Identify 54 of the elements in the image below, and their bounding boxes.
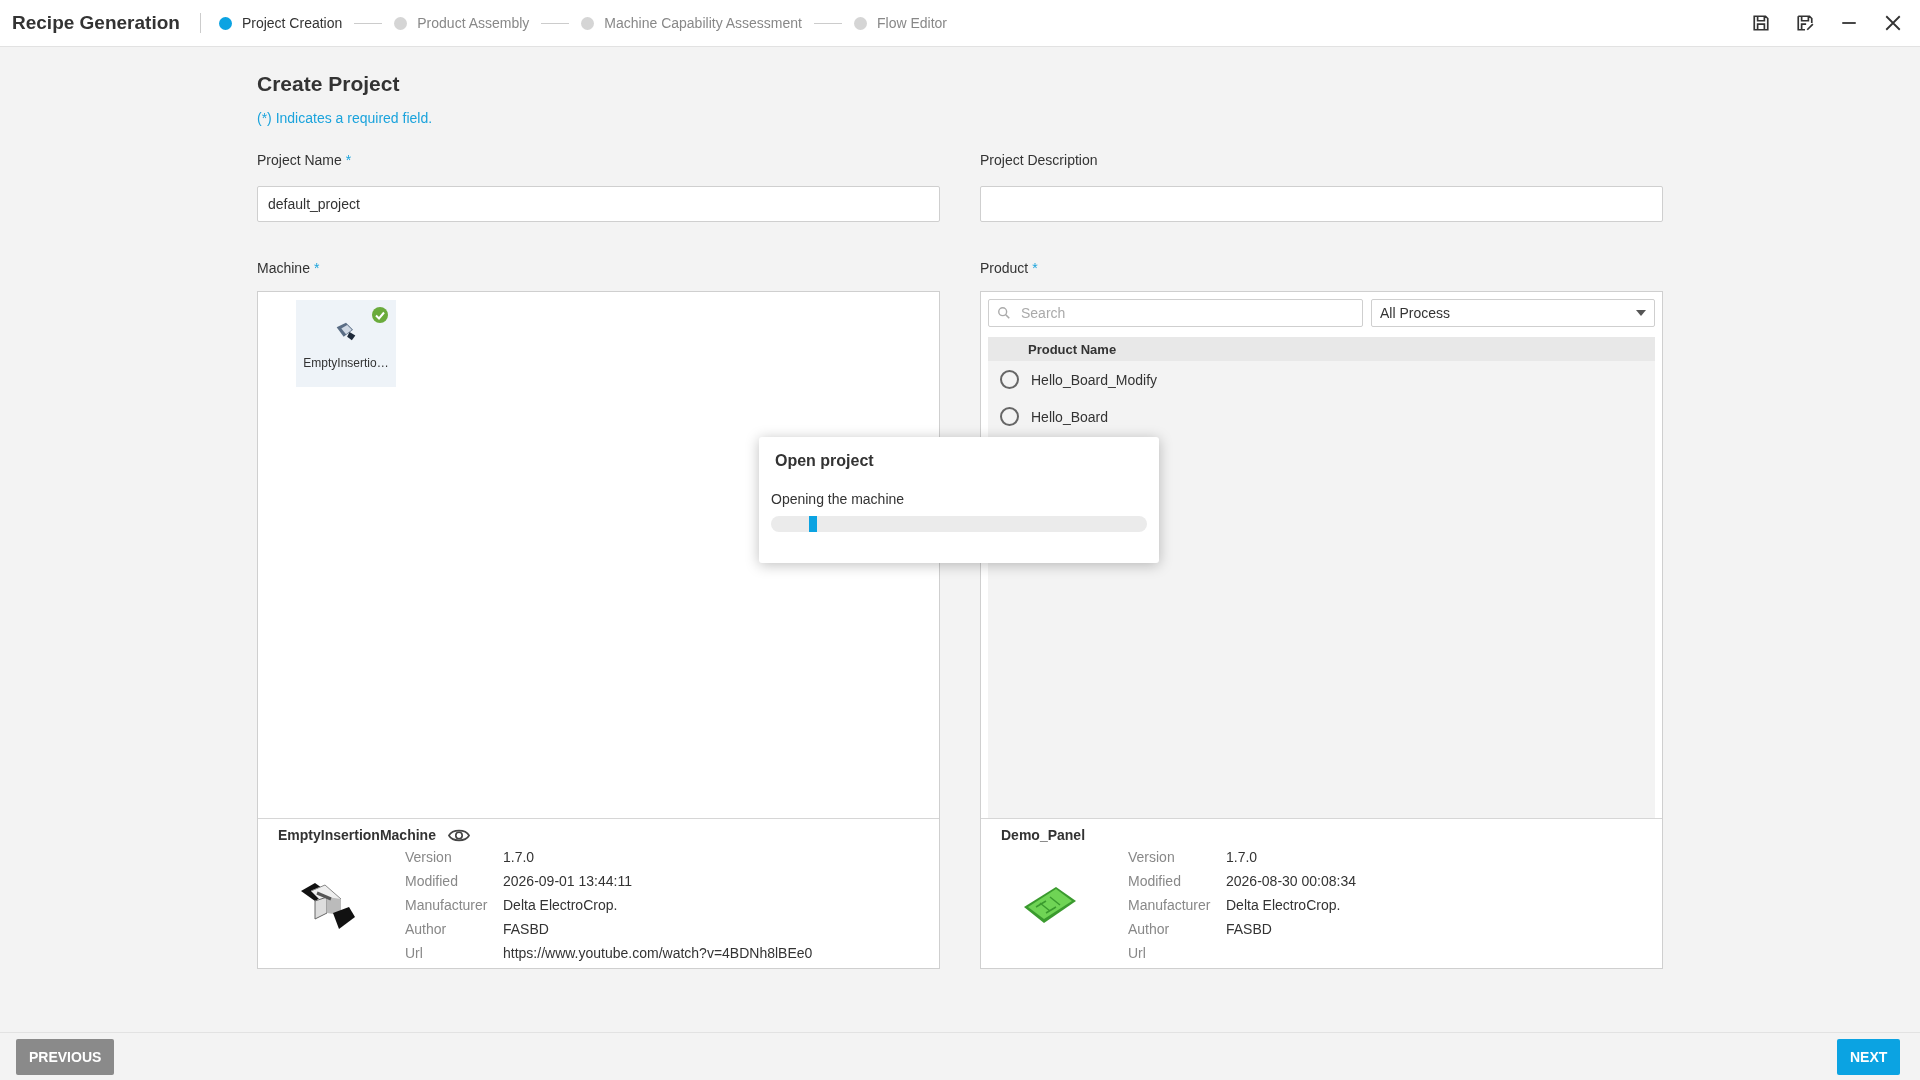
required-mark: *: [345, 152, 352, 168]
process-dropdown[interactable]: All Process: [1371, 299, 1655, 327]
column-header: Product Name: [1028, 341, 1117, 357]
detail-label: Version: [1128, 849, 1176, 865]
field-label: Product: [980, 260, 1029, 276]
step-tab[interactable]: Flow Editor: [854, 15, 948, 31]
detail-label: Modified: [405, 873, 459, 889]
detail-label: Version: [405, 849, 453, 865]
step-tab[interactable]: Machine Capability Assessment: [581, 15, 802, 31]
search-icon: [997, 306, 1011, 320]
dialog-message: Opening the machine: [771, 491, 906, 507]
close-icon[interactable]: [1884, 14, 1902, 32]
required-mark: *: [313, 260, 320, 276]
detail-value: 2026-08-30 00:08:34: [1226, 873, 1356, 889]
detail-value: FASBD: [1226, 921, 1273, 937]
step-tab[interactable]: Project Creation: [218, 15, 343, 31]
tile-label: EmptyInsertio…: [303, 356, 389, 370]
page-title: Create Project: [257, 72, 401, 96]
required-note: (*) Indicates a required field.: [257, 110, 434, 126]
detail-label: Manufacturer: [1128, 897, 1212, 913]
field-label: Project Description: [980, 152, 1098, 168]
detail-value: Delta ElectroCrop.: [503, 897, 619, 913]
item-name: EmptyInsertionMachine: [278, 827, 436, 843]
detail-value: 2026-09-01 13:44:11: [503, 873, 633, 889]
radio-button[interactable]: [1000, 407, 1019, 426]
save-as-icon[interactable]: [1796, 14, 1814, 32]
item-name: Demo_Panel: [1001, 827, 1086, 843]
detail-label: Manufacturer: [405, 897, 489, 913]
detail-value: 1.7.0: [1226, 849, 1259, 865]
detail-value: https://www.youtube.com/watch?v=4BDNh8lBEe0: [503, 945, 813, 961]
detail-value: FASBD: [503, 921, 550, 937]
dialog-title: Open project: [774, 451, 875, 471]
search-field[interactable]: Search: [988, 299, 1363, 327]
save-icon[interactable]: [1752, 14, 1770, 32]
step-tab[interactable]: Product Assembly: [394, 15, 530, 31]
machine-tile[interactable]: EmptyInsertio…: [296, 300, 396, 387]
text-field[interactable]: default_project: [257, 186, 940, 222]
field-label: Project Name: [257, 152, 342, 168]
product-row[interactable]: Hello_Board: [988, 398, 1655, 435]
text-field[interactable]: [980, 186, 1663, 222]
eye-icon[interactable]: [447, 827, 470, 843]
detail-value: Delta ElectroCrop.: [1226, 897, 1342, 913]
detail-value: 1.7.0: [503, 849, 536, 865]
required-mark: *: [1032, 260, 1038, 276]
product-row[interactable]: Hello_Board_Modify: [988, 361, 1655, 398]
detail-label: Author: [405, 921, 448, 937]
detail-label: Modified: [1128, 873, 1182, 889]
detail-label: Url: [1128, 945, 1147, 961]
app-title: Recipe Generation: [12, 12, 180, 34]
detail-label: Author: [1128, 921, 1171, 937]
field-label: Machine: [257, 260, 310, 276]
caret-icon: [1636, 310, 1646, 316]
detail-label: Url: [405, 945, 424, 961]
radio-button[interactable]: [1000, 370, 1019, 389]
